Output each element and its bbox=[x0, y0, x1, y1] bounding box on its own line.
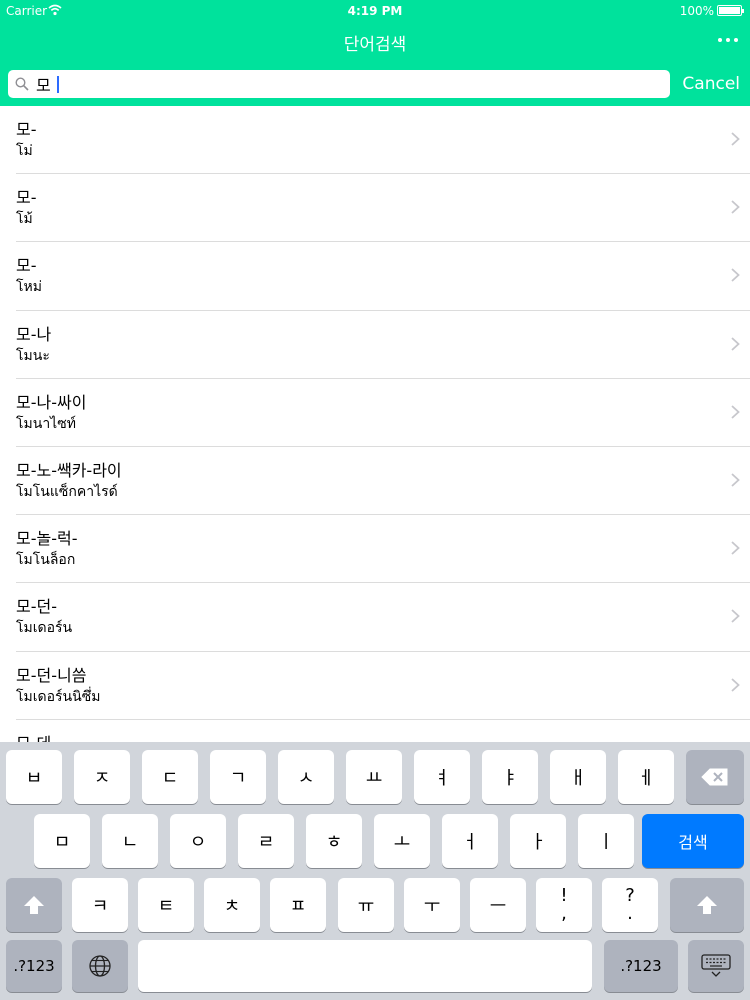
header: Carrier 4:19 PM 100% 단어검색 Cancel bbox=[0, 0, 750, 106]
list-item[interactable]: 모-나-싸이 โมนาไซท์ bbox=[16, 379, 750, 447]
item-thai: โมนะ bbox=[16, 347, 50, 364]
key[interactable]: ㅛ bbox=[346, 750, 402, 804]
key[interactable]: ㅇ bbox=[170, 814, 226, 868]
key[interactable]: ㅊ bbox=[204, 878, 260, 932]
key[interactable]: ? . bbox=[602, 878, 658, 932]
key[interactable]: ㄷ bbox=[142, 750, 198, 804]
chevron-right-icon bbox=[731, 609, 740, 623]
chevron-right-icon bbox=[731, 200, 740, 214]
status-time: 4:19 PM bbox=[347, 4, 403, 18]
chevron-right-icon bbox=[731, 132, 740, 146]
item-thai: โมโนแซ็กคาไรด์ bbox=[16, 483, 118, 500]
list-item[interactable]: 모-던- โมเดอร์น bbox=[16, 583, 750, 652]
item-korean: 모-던-니씀 bbox=[16, 665, 87, 685]
list-item[interactable]: 모- โม้ bbox=[16, 174, 750, 243]
key[interactable]: ! , bbox=[536, 878, 592, 932]
status-bar: Carrier 4:19 PM 100% bbox=[0, 0, 750, 22]
text-caret bbox=[57, 76, 59, 93]
key[interactable]: ㅅ bbox=[278, 750, 334, 804]
shift-key-left[interactable] bbox=[6, 878, 62, 932]
list-item[interactable]: 모-던-니씀 โมเดอร์นนิซึ่ม bbox=[16, 652, 750, 720]
item-korean: 모-데 bbox=[16, 730, 51, 742]
key[interactable]: ㅏ bbox=[510, 814, 566, 868]
item-thai: โหม่ bbox=[16, 279, 42, 296]
chevron-right-icon bbox=[731, 336, 740, 351]
page-title: 단어검색 bbox=[343, 35, 407, 55]
item-thai: โมเดอร์น bbox=[16, 620, 73, 637]
battery-percent: 100% bbox=[679, 4, 714, 18]
key[interactable]: ㅐ bbox=[550, 750, 606, 804]
key[interactable]: ㅂ bbox=[6, 750, 62, 804]
results-list: 모- โม่ 모- โม้ 모- โหม่ 모-나 โมนะ 모-나-싸이 โม… bbox=[0, 106, 750, 742]
chevron-right-icon bbox=[731, 405, 740, 419]
item-korean: 모- bbox=[16, 120, 37, 139]
chevron-right-icon bbox=[731, 677, 740, 692]
item-thai: โมโนล็อก bbox=[16, 552, 76, 569]
list-item[interactable]: 모-노-쌕카-라이 โมโนแซ็กคาไรด์ bbox=[16, 447, 750, 516]
list-item[interactable]: 모- โม่ bbox=[16, 106, 750, 175]
item-thai: โม่ bbox=[16, 143, 33, 159]
search-input[interactable] bbox=[36, 70, 656, 98]
space-key[interactable] bbox=[138, 940, 592, 992]
key[interactable]: ㅣ bbox=[578, 814, 634, 868]
item-korean: 모-놀-럭- bbox=[16, 529, 78, 549]
chevron-right-icon bbox=[731, 268, 740, 283]
key[interactable]: ㅑ bbox=[482, 750, 538, 804]
chevron-right-icon bbox=[731, 473, 740, 487]
key[interactable]: ㅋ bbox=[72, 878, 128, 932]
key[interactable]: ㅓ bbox=[442, 814, 498, 868]
key[interactable]: ㄹ bbox=[238, 814, 294, 868]
list-item[interactable]: 모-데 bbox=[16, 720, 750, 742]
cancel-button[interactable]: Cancel bbox=[682, 72, 740, 96]
globe-icon bbox=[89, 955, 111, 977]
key[interactable]: ㄱ bbox=[210, 750, 266, 804]
shift-icon bbox=[697, 896, 717, 914]
key[interactable]: ㄴ bbox=[102, 814, 158, 868]
key[interactable]: ㅎ bbox=[306, 814, 362, 868]
item-korean: 모-노-쌕카-라이 bbox=[16, 460, 122, 480]
keyboard: ㅂ ㅈ ㄷ ㄱ ㅅ ㅛ ㅕ ㅑ ㅐ ㅔ ㅁ ㄴ ㅇ ㄹ ㅎ ㅗ ㅓ ㅏ ㅣ 검색… bbox=[0, 742, 750, 1000]
numbers-key-left[interactable]: .?123 bbox=[6, 940, 62, 992]
key[interactable]: ㅗ bbox=[374, 814, 430, 868]
item-korean: 모-던- bbox=[16, 597, 57, 617]
more-icon[interactable] bbox=[718, 38, 738, 44]
item-korean: 모- bbox=[16, 188, 37, 208]
dismiss-keyboard-key[interactable] bbox=[688, 940, 744, 992]
item-korean: 모-나 bbox=[16, 324, 52, 344]
chevron-right-icon bbox=[731, 541, 740, 555]
search-bar[interactable] bbox=[8, 70, 670, 98]
backspace-key[interactable] bbox=[686, 750, 744, 804]
key[interactable]: ㅔ bbox=[618, 750, 674, 804]
shift-key-right[interactable] bbox=[670, 878, 744, 932]
backspace-icon bbox=[701, 768, 728, 786]
key[interactable]: ㅁ bbox=[34, 814, 90, 868]
keyboard-dismiss-icon bbox=[701, 954, 731, 977]
key[interactable]: ㅜ bbox=[404, 878, 460, 932]
key[interactable]: ㅌ bbox=[138, 878, 194, 932]
item-korean: 모- bbox=[16, 256, 37, 276]
search-key[interactable]: 검색 bbox=[642, 814, 744, 868]
key[interactable]: ㅡ bbox=[470, 878, 526, 932]
item-thai: โมเดอร์นนิซึ่ม bbox=[16, 688, 101, 705]
list-item[interactable]: 모-나 โมนะ bbox=[16, 311, 750, 379]
key[interactable]: ㅍ bbox=[270, 878, 326, 932]
list-item[interactable]: 모- โหม่ bbox=[16, 242, 750, 311]
battery-icon bbox=[717, 5, 744, 16]
list-item[interactable]: 모-놀-럭- โมโนล็อก bbox=[16, 515, 750, 584]
key[interactable]: ㅠ bbox=[338, 878, 394, 932]
item-thai: โมนาไซท์ bbox=[16, 415, 76, 432]
item-korean: 모-나-싸이 bbox=[16, 392, 87, 412]
item-thai: โม้ bbox=[16, 211, 33, 228]
numbers-key-right[interactable]: .?123 bbox=[604, 940, 678, 992]
key[interactable]: ㅕ bbox=[414, 750, 470, 804]
search-icon bbox=[15, 77, 29, 91]
key[interactable]: ㅈ bbox=[74, 750, 130, 804]
globe-key[interactable] bbox=[72, 940, 128, 992]
shift-icon bbox=[24, 896, 44, 914]
